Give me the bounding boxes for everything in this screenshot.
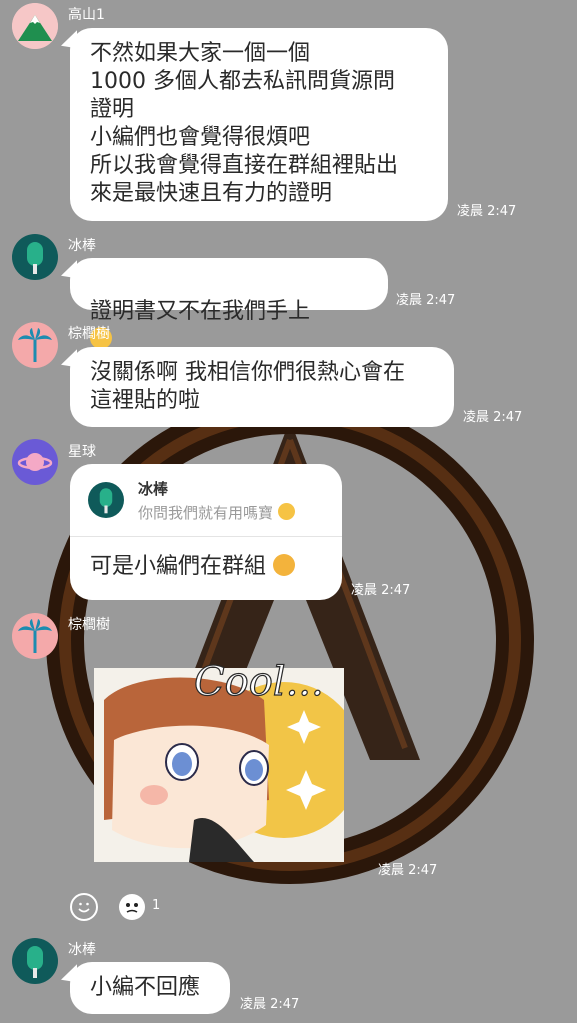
avatar-palm[interactable]: [12, 613, 58, 659]
sender-name: 冰棒: [68, 942, 96, 958]
message-time: 凌晨 2:47: [396, 293, 456, 308]
reaction-badge[interactable]: 1: [118, 893, 160, 921]
sender-name: 冰棒: [68, 238, 96, 254]
add-reaction-button[interactable]: [70, 893, 98, 921]
pleading-face-emoji-icon: [277, 503, 295, 520]
message-time: 凌晨 2:47: [240, 997, 300, 1012]
confounded-face-emoji-icon: [273, 554, 296, 576]
message-bubble[interactable]: 小編不回應: [70, 962, 230, 1014]
sender-name: 高山1: [68, 7, 105, 23]
message-bubble[interactable]: 不然如果大家一個一個 1000 多個人都去私訊問貨源問 證明 小編們也會覺得很煩…: [70, 28, 448, 221]
message-time: 凌晨 2:47: [457, 204, 517, 219]
mountain-icon: [12, 3, 58, 49]
quoted-text: 你問我們就有用嗎寶: [138, 502, 295, 523]
popsicle-icon: [99, 488, 113, 514]
smiley-icon: [78, 902, 90, 913]
sender-name: 棕櫚樹: [68, 617, 110, 633]
sticker-caption: Cool...: [194, 659, 324, 705]
planet-icon: [17, 453, 53, 471]
reply-text-content: 可是小編們在群組: [90, 554, 267, 579]
message-bubble[interactable]: 證明書又不在我們手上: [70, 258, 388, 349]
quoted-message[interactable]: 冰棒 你問我們就有用嗎寶: [70, 464, 342, 537]
message-text: 證明書又不在我們手上: [90, 299, 311, 324]
avatar-mountain[interactable]: [12, 3, 58, 49]
popsicle-icon: [27, 946, 43, 978]
avatar-popsicle[interactable]: [12, 234, 58, 280]
quoted-text-content: 你問我們就有用嗎寶: [138, 504, 274, 522]
message-bubble[interactable]: 沒關係啊 我相信你們很熱心會在 這裡貼的啦: [70, 347, 454, 427]
reaction-count: 1: [152, 898, 161, 913]
popsicle-icon: [27, 242, 43, 274]
reply-text: 可是小編們在群組: [90, 548, 296, 580]
sender-name: 星球: [68, 444, 96, 460]
sender-name: 棕櫚樹: [68, 326, 110, 342]
avatar-palm[interactable]: [12, 322, 58, 368]
cool-sticker[interactable]: Cool...: [94, 650, 344, 862]
quoted-sender: 冰棒: [138, 480, 169, 498]
avatar-planet[interactable]: [12, 439, 58, 485]
palm-tree-icon: [18, 619, 52, 653]
avatar-popsicle[interactable]: [12, 938, 58, 984]
reaction-face-icon: [119, 894, 145, 920]
palm-tree-icon: [18, 328, 52, 362]
message-time: 凌晨 2:47: [378, 863, 438, 878]
message-time: 凌晨 2:47: [463, 410, 523, 425]
quoted-avatar-popsicle: [88, 482, 124, 518]
reply-message-bubble[interactable]: 冰棒 你問我們就有用嗎寶 可是小編們在群組: [70, 464, 342, 600]
message-time: 凌晨 2:47: [351, 583, 411, 598]
